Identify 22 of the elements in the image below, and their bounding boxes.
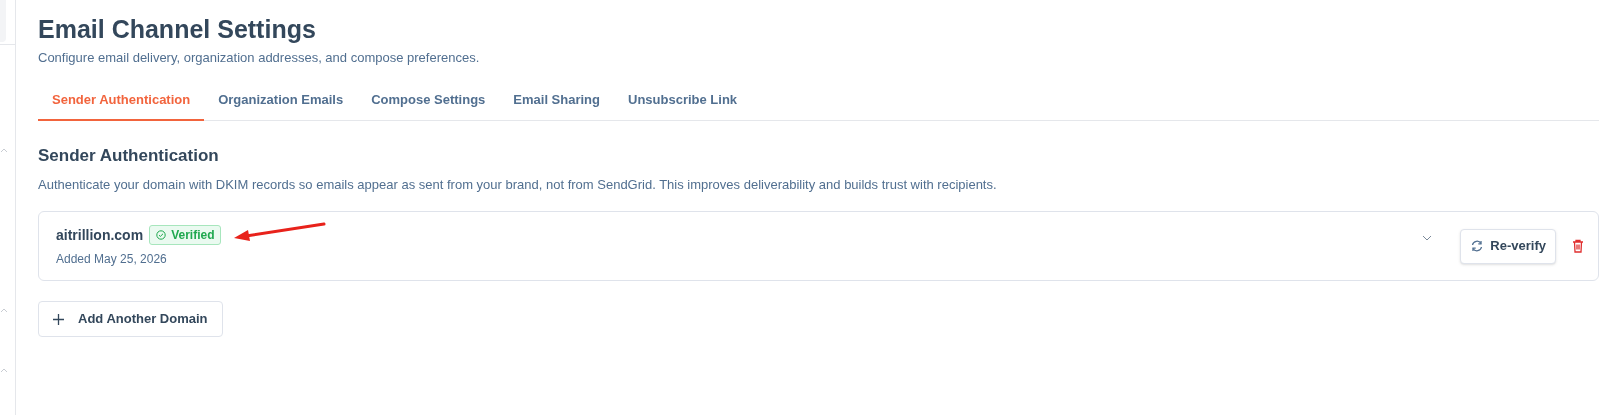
page-title: Email Channel Settings xyxy=(38,14,317,45)
added-date: Added May 25, 2026 xyxy=(56,250,168,268)
tab[interactable]: Email Sharing xyxy=(499,87,614,121)
trash-icon[interactable] xyxy=(1572,239,1584,253)
add-domain-button[interactable]: Add Another Domain xyxy=(38,301,223,337)
section-title: Sender Authentication xyxy=(38,145,220,167)
tab[interactable]: Compose Settings xyxy=(357,87,500,121)
refresh-icon xyxy=(1470,239,1485,253)
plus-icon xyxy=(53,313,64,325)
tab[interactable]: Unsubscribe Link xyxy=(614,87,752,121)
domain-name: aitrillion.com xyxy=(56,225,144,245)
reverify-button[interactable]: Re-verify xyxy=(1460,228,1556,264)
tab[interactable]: Sender Authentication xyxy=(38,87,205,121)
chevron-down-icon[interactable] xyxy=(1422,235,1433,241)
page-subtitle: Configure email delivery, organization addresses, and compose preferences. xyxy=(38,49,481,67)
tab[interactable]: Organization Emails xyxy=(204,87,358,121)
section-description: Authenticate your domain with DKIM records so emails appear as sent from your brand, not from SendGrid. This improves deliverability and builds trust with recipients. xyxy=(38,175,998,194)
chevron-icon[interactable] xyxy=(0,306,8,314)
chevron-icon[interactable] xyxy=(0,146,8,154)
check-circle-icon xyxy=(156,230,167,240)
chevron-icon[interactable] xyxy=(0,366,8,374)
verified-badge: Verified xyxy=(149,225,222,245)
